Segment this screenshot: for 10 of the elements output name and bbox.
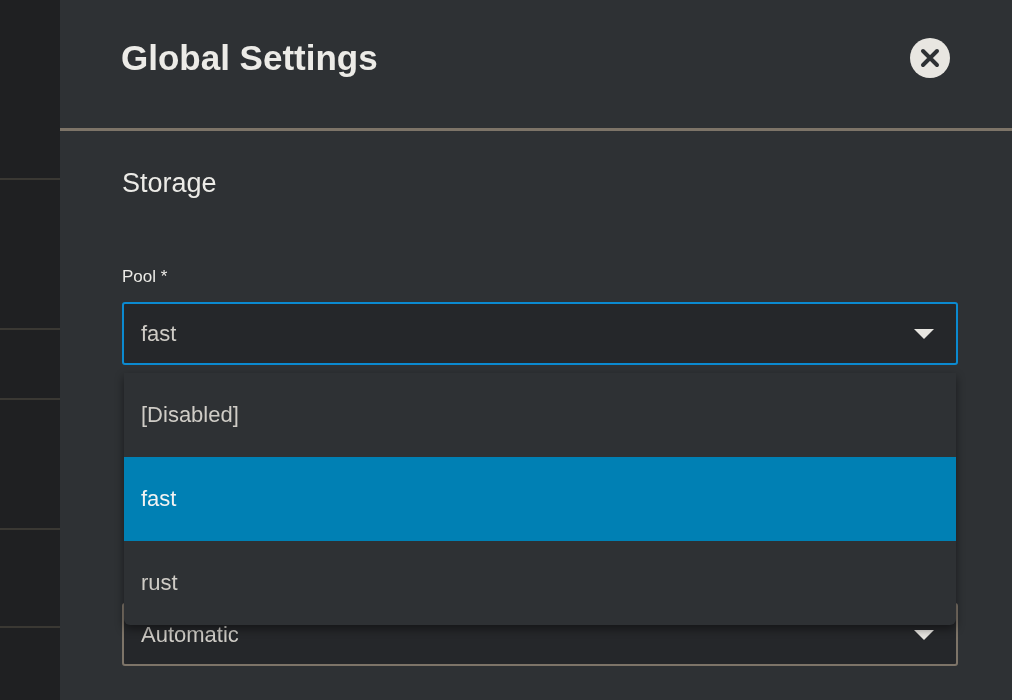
dialog-title: Global Settings xyxy=(121,38,378,78)
field-label: Pool * xyxy=(122,267,169,287)
caret-icon xyxy=(914,629,934,640)
select-field[interactable]: fast xyxy=(122,302,958,365)
caret-icon xyxy=(914,328,934,339)
section-title: Storage xyxy=(122,168,218,199)
dropdown-option[interactable]: fast xyxy=(124,457,956,541)
close-button[interactable] xyxy=(910,38,950,78)
close-icon xyxy=(910,38,950,78)
dropdown-option[interactable]: [Disabled] xyxy=(124,373,956,457)
